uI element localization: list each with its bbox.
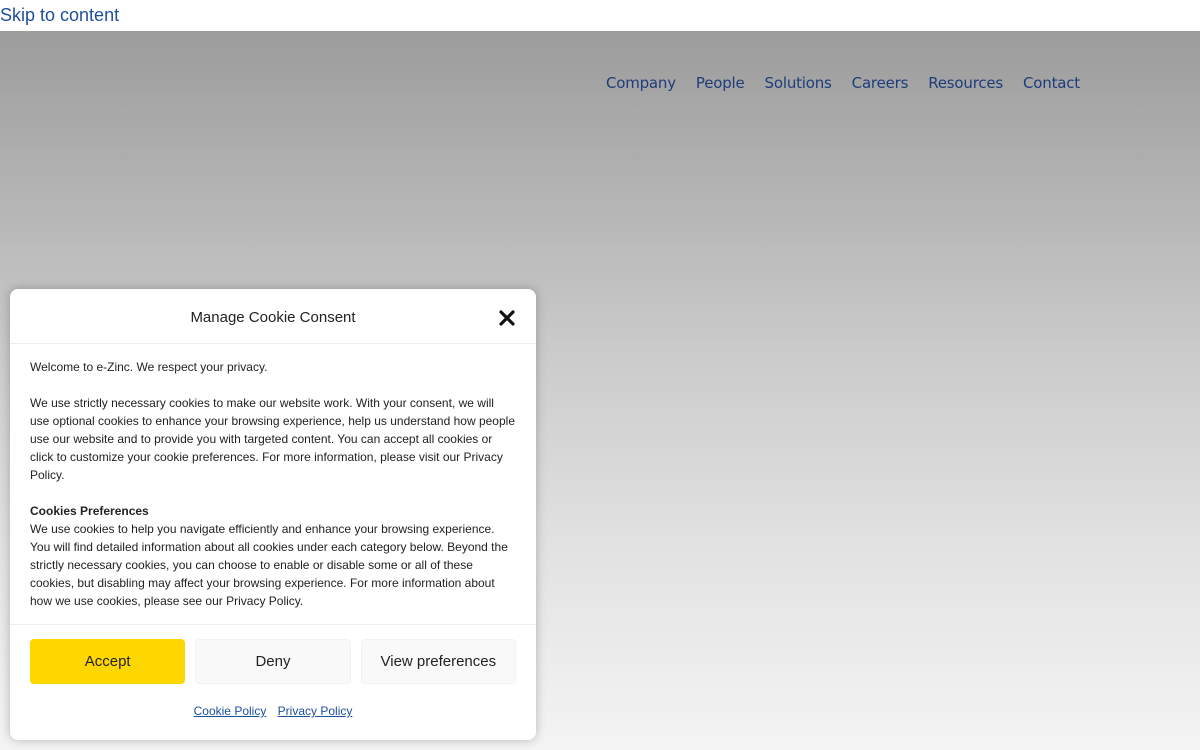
modal-buttons: Accept Deny View preferences	[10, 625, 536, 684]
view-preferences-button[interactable]: View preferences	[360, 639, 516, 684]
intro-text: We use strictly necessary cookies to mak…	[30, 396, 515, 482]
nav-item-solutions[interactable]: Solutions	[765, 74, 832, 92]
main-nav: Company People Solutions Careers Resourc…	[606, 74, 1080, 92]
skip-to-content-link[interactable]: Skip to content	[0, 3, 119, 27]
nav-item-careers[interactable]: Careers	[852, 74, 909, 92]
deny-button[interactable]: Deny	[195, 639, 351, 684]
privacy-policy-link[interactable]: Privacy Policy	[278, 704, 353, 718]
accept-button[interactable]: Accept	[30, 639, 186, 684]
modal-header: Manage Cookie Consent	[10, 289, 536, 344]
modal-links: Cookie Policy Privacy Policy	[10, 684, 536, 718]
nav-item-resources[interactable]: Resources	[928, 74, 1003, 92]
modal-title: Manage Cookie Consent	[190, 309, 356, 326]
nav-item-contact[interactable]: Contact	[1023, 74, 1080, 92]
preferences-text: We use cookies to help you navigate effi…	[30, 522, 508, 608]
close-icon[interactable]	[498, 309, 516, 327]
cookie-consent-modal: Manage Cookie Consent Welcome to e-Zinc.…	[10, 289, 536, 740]
welcome-text: Welcome to e-Zinc. We respect your priva…	[30, 360, 268, 374]
preferences-heading: Cookies Preferences	[30, 504, 149, 518]
nav-item-people[interactable]: People	[696, 74, 745, 92]
nav-item-company[interactable]: Company	[606, 74, 676, 92]
cookie-policy-link[interactable]: Cookie Policy	[194, 704, 267, 718]
modal-body: Welcome to e-Zinc. We respect your priva…	[10, 344, 536, 625]
